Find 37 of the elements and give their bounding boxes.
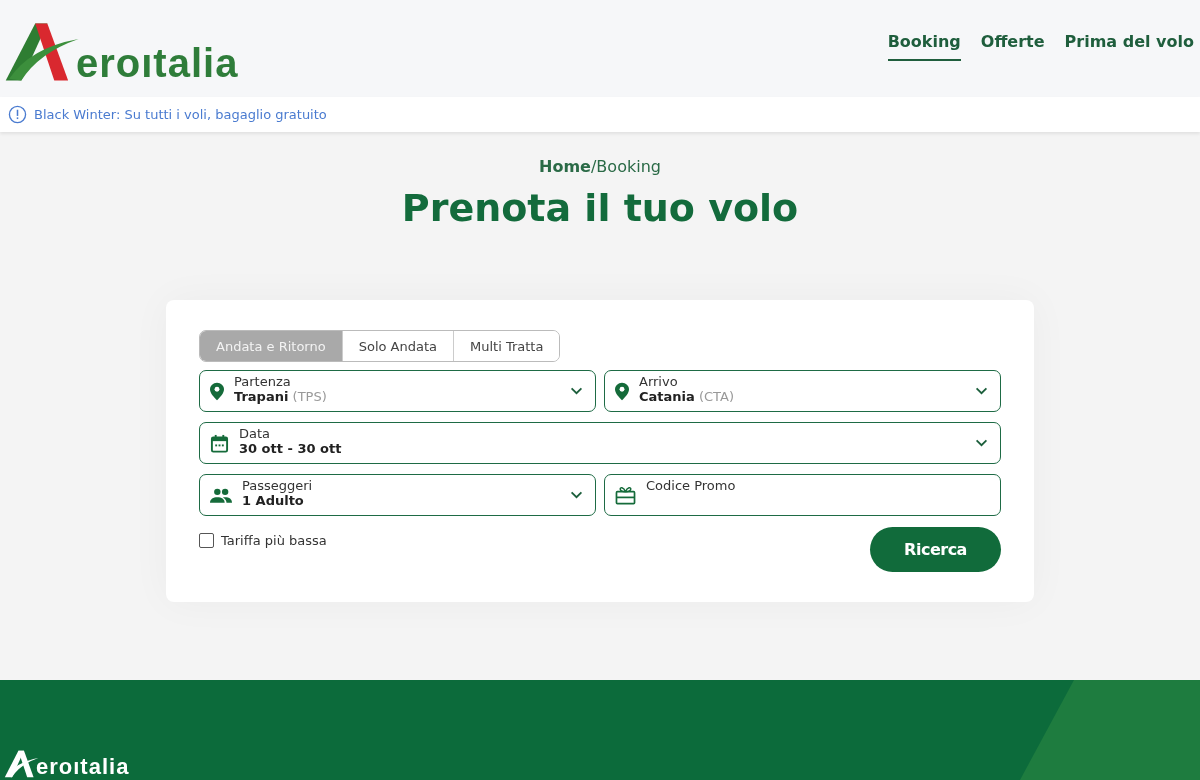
logo-text: eroıtalia — [36, 756, 130, 778]
field-label: Partenza — [234, 374, 292, 389]
field-label: Data — [239, 426, 272, 441]
location-pin-icon — [615, 381, 629, 401]
field-value: 30 ott - 30 ott — [239, 441, 343, 456]
field-value: Trapani (TPS) — [234, 389, 328, 404]
field-label: Codice Promo — [646, 478, 737, 493]
info-icon — [8, 105, 27, 124]
trip-type-tab[interactable]: Multi Tratta — [453, 331, 560, 361]
checkbox-label: Tariffa più bassa — [221, 533, 327, 548]
dropdown-field[interactable]: Arrivo Catania (CTA) — [604, 370, 1001, 412]
breadcrumb: Home/Booking — [539, 157, 661, 176]
chevron-down-icon — [570, 491, 583, 499]
checkbox[interactable] — [199, 533, 214, 548]
field-value: 1 Adulto — [242, 493, 305, 508]
nav-link[interactable]: Booking — [887, 28, 961, 61]
calendar-icon — [210, 433, 229, 453]
search-button[interactable]: Ricerca — [870, 527, 1001, 572]
promo-code-field[interactable]: Codice Promo — [604, 474, 1001, 516]
location-pin-icon — [210, 381, 224, 401]
page-title: Prenota il tuo volo — [401, 186, 799, 230]
chevron-down-icon — [570, 387, 583, 395]
nav-link[interactable]: Offerte — [980, 28, 1045, 61]
banner-text: Black Winter: Su tutti i voli, bagaglio gratuito — [34, 107, 327, 122]
nav-link[interactable]: Prima del volo — [1064, 28, 1194, 61]
people-icon — [210, 487, 232, 503]
dropdown-field[interactable]: Data 30 ott - 30 ott — [199, 422, 1001, 464]
field-label: Arrivo — [639, 374, 679, 389]
chevron-down-icon — [975, 387, 988, 395]
gift-icon — [615, 485, 636, 505]
chevron-down-icon — [975, 439, 988, 447]
dropdown-field[interactable]: Partenza Trapani (TPS) — [199, 370, 596, 412]
field-value: Catania (CTA) — [639, 389, 735, 404]
logo-text: eroıtalia — [76, 42, 239, 83]
dropdown-field[interactable]: Passeggeri 1 Adulto — [199, 474, 596, 516]
field-label: Passeggeri — [242, 478, 314, 493]
triangle-decoration-icon — [1020, 680, 1200, 780]
